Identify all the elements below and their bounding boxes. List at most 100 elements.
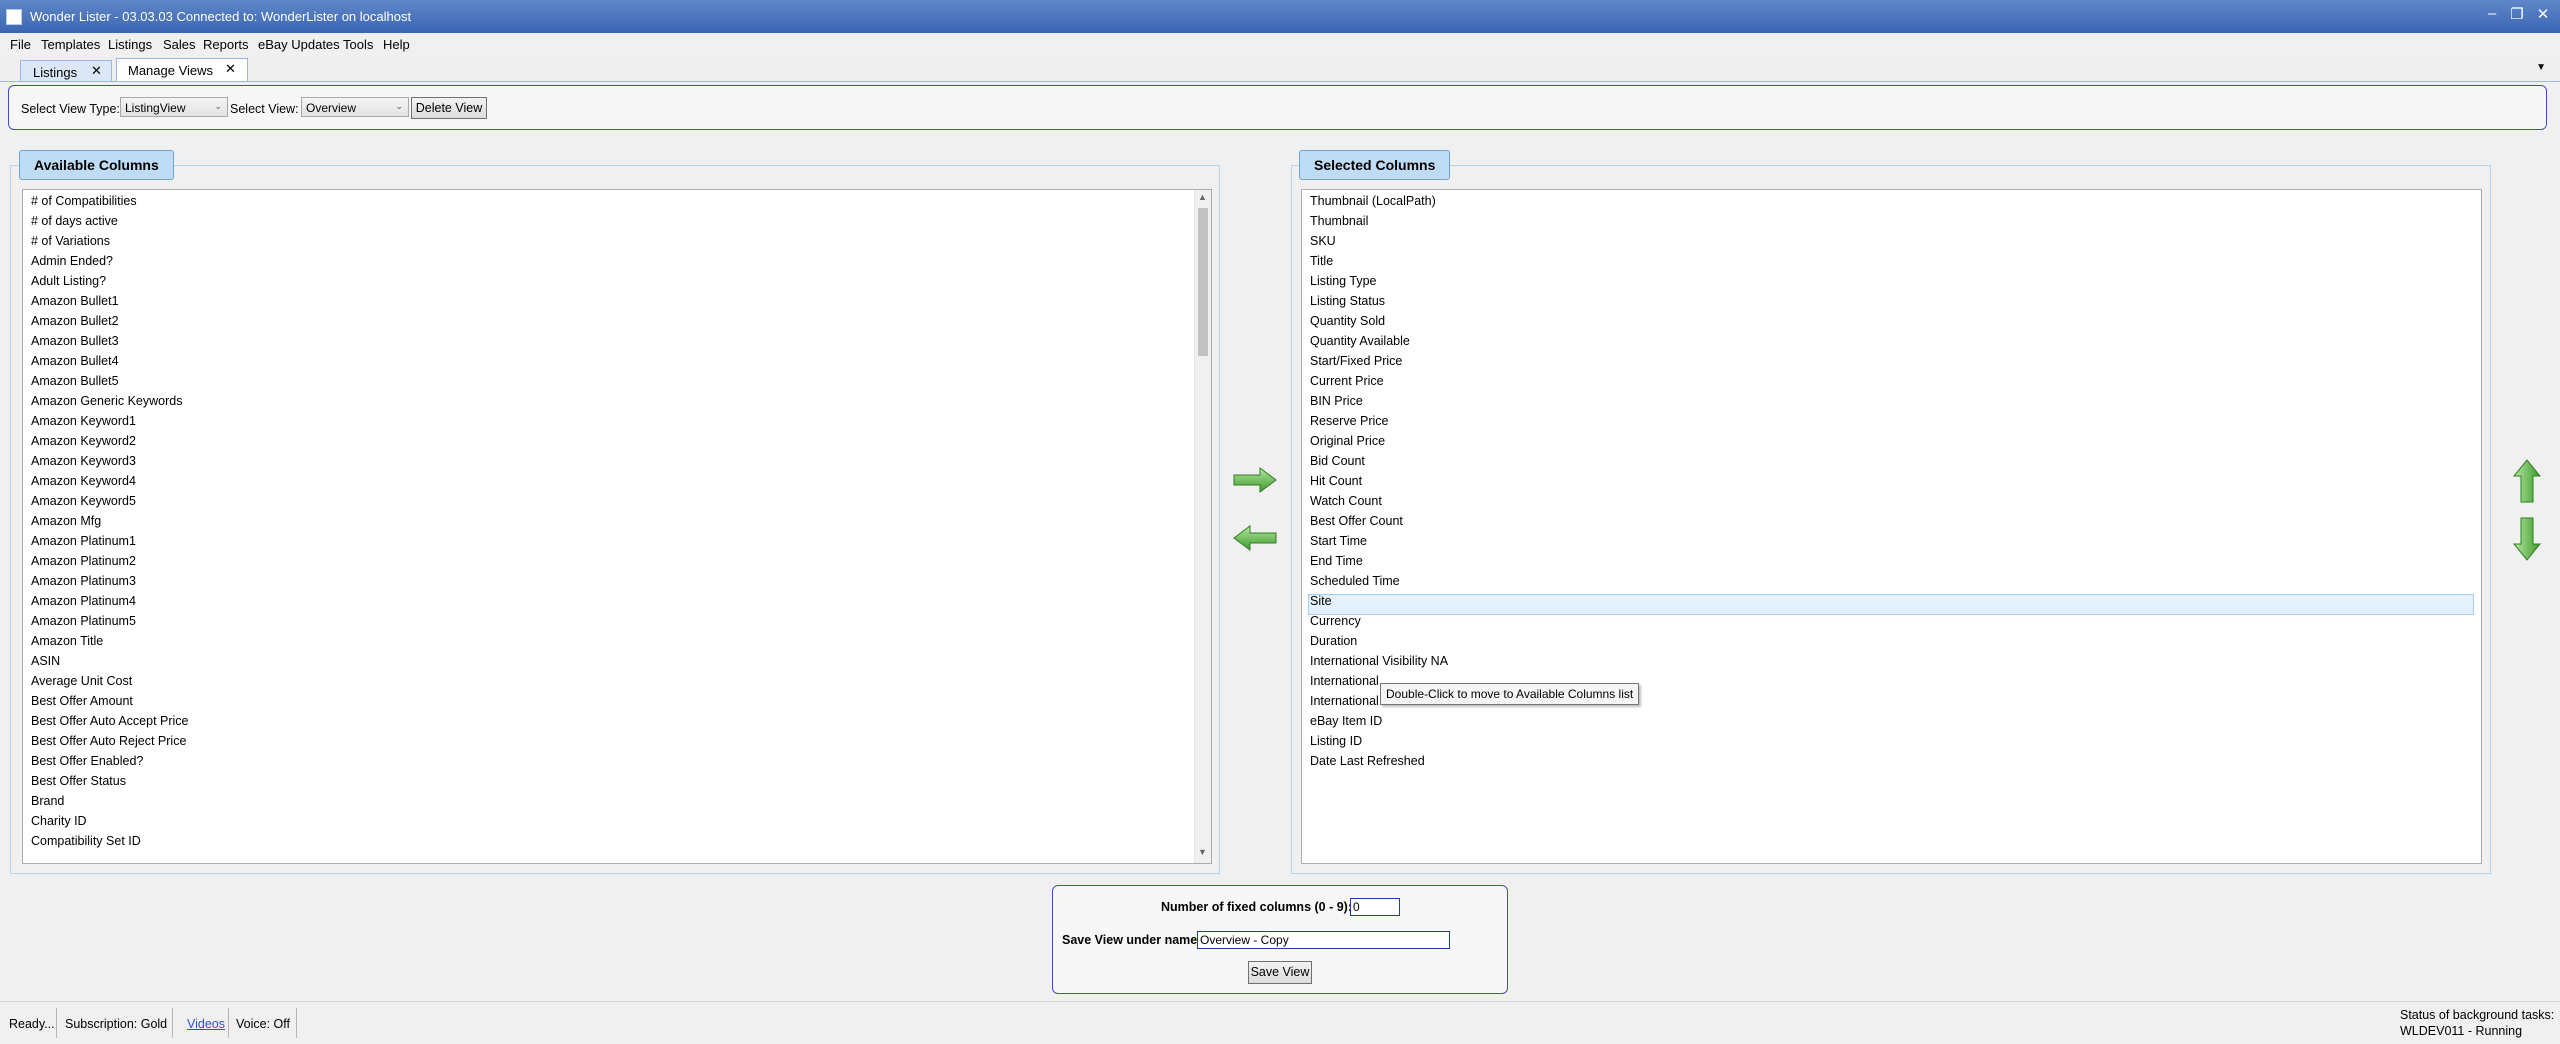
menu-ebay-updates[interactable]: eBay Updates <box>258 37 340 52</box>
selected-columns-list[interactable]: Thumbnail (LocalPath) Thumbnail SKU Title Li… <box>1301 189 2482 864</box>
scroll-down-icon[interactable]: ▼ <box>1198 847 1207 857</box>
available-column-item[interactable]: Amazon Platinum4 <box>31 594 136 608</box>
tab-manage-views[interactable]: Manage Views ✕ <box>116 58 248 81</box>
selected-column-item[interactable]: Current Price <box>1310 374 1384 388</box>
view-dropdown[interactable]: Overview ⌄ <box>301 97 409 117</box>
tab-overflow-icon[interactable]: ▼ <box>2536 62 2546 73</box>
available-column-item[interactable]: Amazon Platinum2 <box>31 554 136 568</box>
available-column-item[interactable]: Charity ID <box>31 814 87 828</box>
available-column-item[interactable]: ASIN <box>31 654 60 668</box>
selected-column-item[interactable]: Date Last Refreshed <box>1310 754 1425 768</box>
available-column-item[interactable]: Amazon Title <box>31 634 103 648</box>
available-column-item[interactable]: # of Variations <box>31 234 110 248</box>
view-name-input[interactable]: Overview - Copy <box>1197 931 1450 949</box>
fixed-columns-input[interactable]: 0 <box>1350 898 1400 916</box>
selected-column-item[interactable]: eBay Item ID <box>1310 714 1382 728</box>
available-column-item[interactable]: Average Unit Cost <box>31 674 132 688</box>
available-column-item[interactable]: Amazon Platinum1 <box>31 534 136 548</box>
selected-column-item[interactable]: Listing Type <box>1310 274 1376 288</box>
selected-column-item[interactable]: International Visibility NA <box>1310 654 1448 668</box>
move-to-available-arrow-icon[interactable] <box>1232 524 1278 552</box>
available-column-item[interactable]: Amazon Bullet4 <box>31 354 119 368</box>
available-column-item[interactable]: Amazon Keyword2 <box>31 434 136 448</box>
available-columns-title: Available Columns <box>19 150 174 180</box>
available-column-item[interactable]: Amazon Platinum5 <box>31 614 136 628</box>
selected-columns-title: Selected Columns <box>1299 150 1451 180</box>
selected-column-item[interactable]: Reserve Price <box>1310 414 1389 428</box>
available-column-item[interactable]: Amazon Bullet1 <box>31 294 119 308</box>
selected-column-item[interactable]: Start Time <box>1310 534 1367 548</box>
restore-button[interactable]: ❐ <box>2507 5 2527 23</box>
selected-column-item[interactable]: International <box>1310 694 1379 708</box>
available-column-item[interactable]: Amazon Keyword3 <box>31 454 136 468</box>
view-type-value: ListingView <box>125 101 186 115</box>
move-to-selected-arrow-icon[interactable] <box>1232 466 1278 494</box>
available-column-item[interactable]: Amazon Keyword5 <box>31 494 136 508</box>
scroll-thumb[interactable] <box>1198 208 1208 356</box>
scroll-up-icon[interactable]: ▲ <box>1198 192 1207 202</box>
tab-listings[interactable]: Listings ✕ <box>20 60 112 81</box>
selected-column-item[interactable]: Duration <box>1310 634 1357 648</box>
save-view-button[interactable]: Save View <box>1248 961 1312 984</box>
available-column-item[interactable]: Amazon Mfg <box>31 514 101 528</box>
available-column-item[interactable]: Best Offer Status <box>31 774 126 788</box>
selected-column-item[interactable]: Quantity Available <box>1310 334 1410 348</box>
available-column-item[interactable]: Adult Listing? <box>31 274 106 288</box>
selected-column-item[interactable]: Title <box>1310 254 1333 268</box>
selected-column-item[interactable]: Listing Status <box>1310 294 1385 308</box>
available-column-item[interactable]: Amazon Generic Keywords <box>31 394 182 408</box>
available-columns-list[interactable]: # of Compatibilities # of days active # of… <box>22 189 1212 864</box>
selected-column-item[interactable]: Thumbnail <box>1310 214 1368 228</box>
available-column-item[interactable]: Best Offer Auto Accept Price <box>31 714 189 728</box>
move-down-arrow-icon[interactable] <box>2512 516 2542 562</box>
menu-file[interactable]: File <box>10 37 31 52</box>
menu-listings[interactable]: Listings <box>108 37 152 52</box>
move-up-arrow-icon[interactable] <box>2512 458 2542 504</box>
selected-column-item[interactable]: Listing ID <box>1310 734 1362 748</box>
selected-column-item[interactable]: Quantity Sold <box>1310 314 1385 328</box>
menu-templates[interactable]: Templates <box>41 37 100 52</box>
menu-sales[interactable]: Sales <box>163 37 196 52</box>
available-columns-scrollbar[interactable]: ▲ ▼ <box>1194 190 1211 863</box>
menu-tools[interactable]: Tools <box>343 37 373 52</box>
available-column-item[interactable]: Amazon Platinum3 <box>31 574 136 588</box>
menu-reports[interactable]: Reports <box>203 37 249 52</box>
menu-help[interactable]: Help <box>383 37 410 52</box>
selected-column-item[interactable]: Watch Count <box>1310 494 1382 508</box>
view-name-label: Save View under name: <box>1062 933 1202 947</box>
available-column-item[interactable]: Brand <box>31 794 64 808</box>
available-column-item[interactable]: Compatibility Set ID <box>31 834 141 848</box>
available-column-item[interactable]: Best Offer Amount <box>31 694 133 708</box>
available-column-item[interactable]: Admin Ended? <box>31 254 113 268</box>
close-tab-listings-icon[interactable]: ✕ <box>91 63 102 79</box>
selected-column-item[interactable]: Bid Count <box>1310 454 1365 468</box>
selected-column-item[interactable]: Thumbnail (LocalPath) <box>1310 194 1436 208</box>
available-column-item[interactable]: Amazon Bullet5 <box>31 374 119 388</box>
available-column-item[interactable]: Amazon Keyword1 <box>31 414 136 428</box>
available-column-item[interactable]: Amazon Keyword4 <box>31 474 136 488</box>
selected-column-item[interactable]: Scheduled Time <box>1310 574 1400 588</box>
view-type-dropdown[interactable]: ListingView ⌄ <box>120 97 228 117</box>
selected-column-item[interactable]: End Time <box>1310 554 1363 568</box>
selected-column-item[interactable]: Currency <box>1310 614 1361 628</box>
close-window-button[interactable]: ✕ <box>2533 5 2553 23</box>
background-task-status: WLDEV011 - Running <box>2400 1024 2523 1038</box>
available-column-item[interactable]: Amazon Bullet2 <box>31 314 119 328</box>
minimize-button[interactable]: – <box>2482 5 2502 22</box>
selected-column-item[interactable]: Original Price <box>1310 434 1385 448</box>
selected-column-item[interactable]: SKU <box>1310 234 1336 248</box>
available-column-item[interactable]: Best Offer Enabled? <box>31 754 143 768</box>
available-column-item[interactable]: Amazon Bullet3 <box>31 334 119 348</box>
videos-link[interactable]: Videos <box>187 1017 225 1031</box>
available-column-item[interactable]: Best Offer Auto Reject Price <box>31 734 186 748</box>
selected-column-item[interactable]: International <box>1310 674 1379 688</box>
selected-column-item[interactable]: Hit Count <box>1310 474 1362 488</box>
available-column-item[interactable]: # of days active <box>31 214 118 228</box>
available-column-item[interactable]: # of Compatibilities <box>31 194 137 208</box>
close-tab-manage-views-icon[interactable]: ✕ <box>225 61 236 77</box>
selected-column-item[interactable]: Start/Fixed Price <box>1310 354 1402 368</box>
selected-column-item[interactable]: Site <box>1310 594 1332 608</box>
selected-column-item[interactable]: BIN Price <box>1310 394 1363 408</box>
selected-column-item[interactable]: Best Offer Count <box>1310 514 1403 528</box>
delete-view-button[interactable]: Delete View <box>411 97 487 119</box>
